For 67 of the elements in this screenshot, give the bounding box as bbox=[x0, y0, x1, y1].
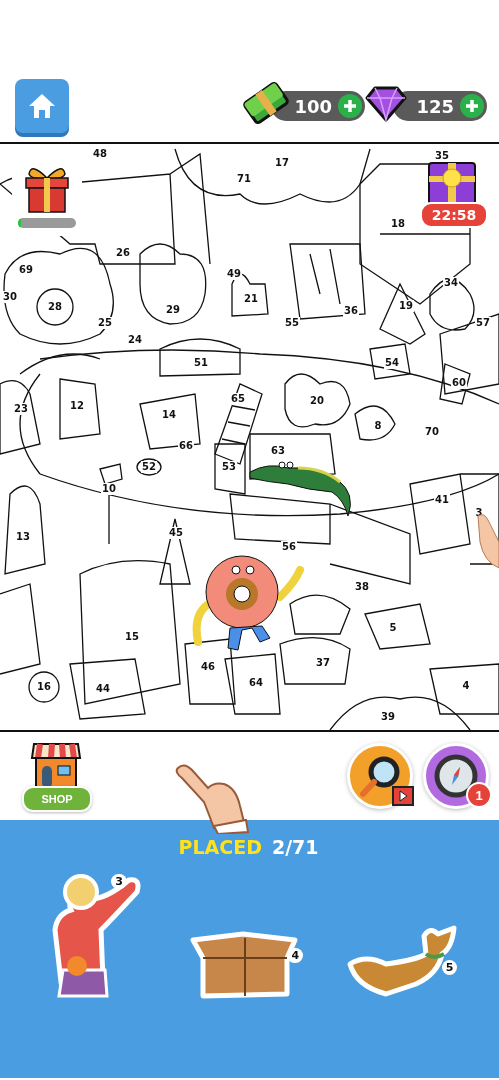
magnifier-icon bbox=[358, 754, 402, 798]
region-number: 17 bbox=[274, 157, 290, 169]
plus-icon bbox=[465, 99, 479, 113]
region-number: 55 bbox=[284, 317, 300, 329]
region-number: 12 bbox=[69, 400, 85, 412]
region-number: 23 bbox=[13, 403, 29, 415]
region-number: 54 bbox=[384, 357, 400, 369]
region-number: 65 bbox=[230, 393, 246, 405]
region-number: 41 bbox=[434, 494, 450, 506]
region-number: 5 bbox=[388, 622, 398, 634]
region-number: 63 bbox=[270, 445, 286, 457]
region-number: 16 bbox=[36, 681, 52, 693]
shop-button[interactable]: SHOP bbox=[22, 740, 90, 812]
region-number: 26 bbox=[115, 247, 131, 259]
region-number: 30 bbox=[2, 291, 18, 303]
region-number: 39 bbox=[380, 711, 396, 723]
region-number: 70 bbox=[424, 426, 440, 438]
region-number: 14 bbox=[161, 409, 177, 421]
sticker-number: 5 bbox=[441, 960, 458, 975]
notification-badge: 1 bbox=[466, 782, 492, 808]
region-number: 71 bbox=[236, 173, 252, 185]
region-number: 60 bbox=[451, 377, 467, 389]
region-number: 13 bbox=[15, 531, 31, 543]
region-number: 24 bbox=[127, 334, 143, 346]
region-number: 45 bbox=[168, 527, 184, 539]
region-number: 44 bbox=[95, 683, 111, 695]
region-number: 37 bbox=[315, 657, 331, 669]
region-number: 57 bbox=[475, 317, 491, 329]
plus-icon bbox=[343, 99, 357, 113]
region-number: 35 bbox=[434, 150, 450, 162]
region-number: 36 bbox=[343, 305, 359, 317]
region-number: 34 bbox=[443, 277, 459, 289]
region-number: 53 bbox=[221, 461, 237, 473]
placed-label: PLACED bbox=[178, 836, 262, 858]
region-number: 19 bbox=[398, 300, 414, 312]
gift-timer: 22:58 bbox=[420, 202, 488, 228]
placed-count: 2/71 bbox=[271, 836, 319, 858]
region-number: 8 bbox=[373, 420, 383, 432]
sticker-number: 3 bbox=[111, 874, 127, 889]
region-number: 51 bbox=[193, 357, 209, 369]
home-icon bbox=[27, 92, 57, 120]
region-number: 46 bbox=[200, 661, 216, 673]
region-number: 64 bbox=[248, 677, 264, 689]
region-number: 28 bbox=[47, 301, 63, 313]
region-number: 52 bbox=[141, 461, 157, 473]
region-number: 21 bbox=[243, 293, 259, 305]
region-number: 69 bbox=[18, 264, 34, 276]
region-number: 48 bbox=[92, 148, 108, 160]
region-number: 10 bbox=[101, 483, 117, 495]
region-number: 18 bbox=[390, 218, 406, 230]
sticker-number: 4 bbox=[287, 948, 304, 963]
region-number: 15 bbox=[124, 631, 140, 643]
pointing-hand-icon bbox=[174, 762, 250, 834]
gem-icon bbox=[365, 85, 407, 123]
magnifier-hint-button[interactable] bbox=[347, 743, 413, 809]
video-icon bbox=[392, 786, 414, 806]
region-number: 25 bbox=[97, 317, 113, 329]
region-number: 49 bbox=[226, 268, 242, 280]
region-number: 66 bbox=[178, 440, 194, 452]
region-number: 29 bbox=[165, 304, 181, 316]
currency-amount: 125 bbox=[416, 95, 454, 117]
currency-amount: 100 bbox=[294, 95, 332, 117]
region-number: 56 bbox=[281, 541, 297, 553]
compass-button[interactable]: 1 bbox=[423, 743, 489, 809]
region-number: 38 bbox=[354, 581, 370, 593]
region-number: 4 bbox=[461, 680, 471, 692]
region-number: 20 bbox=[309, 395, 325, 407]
